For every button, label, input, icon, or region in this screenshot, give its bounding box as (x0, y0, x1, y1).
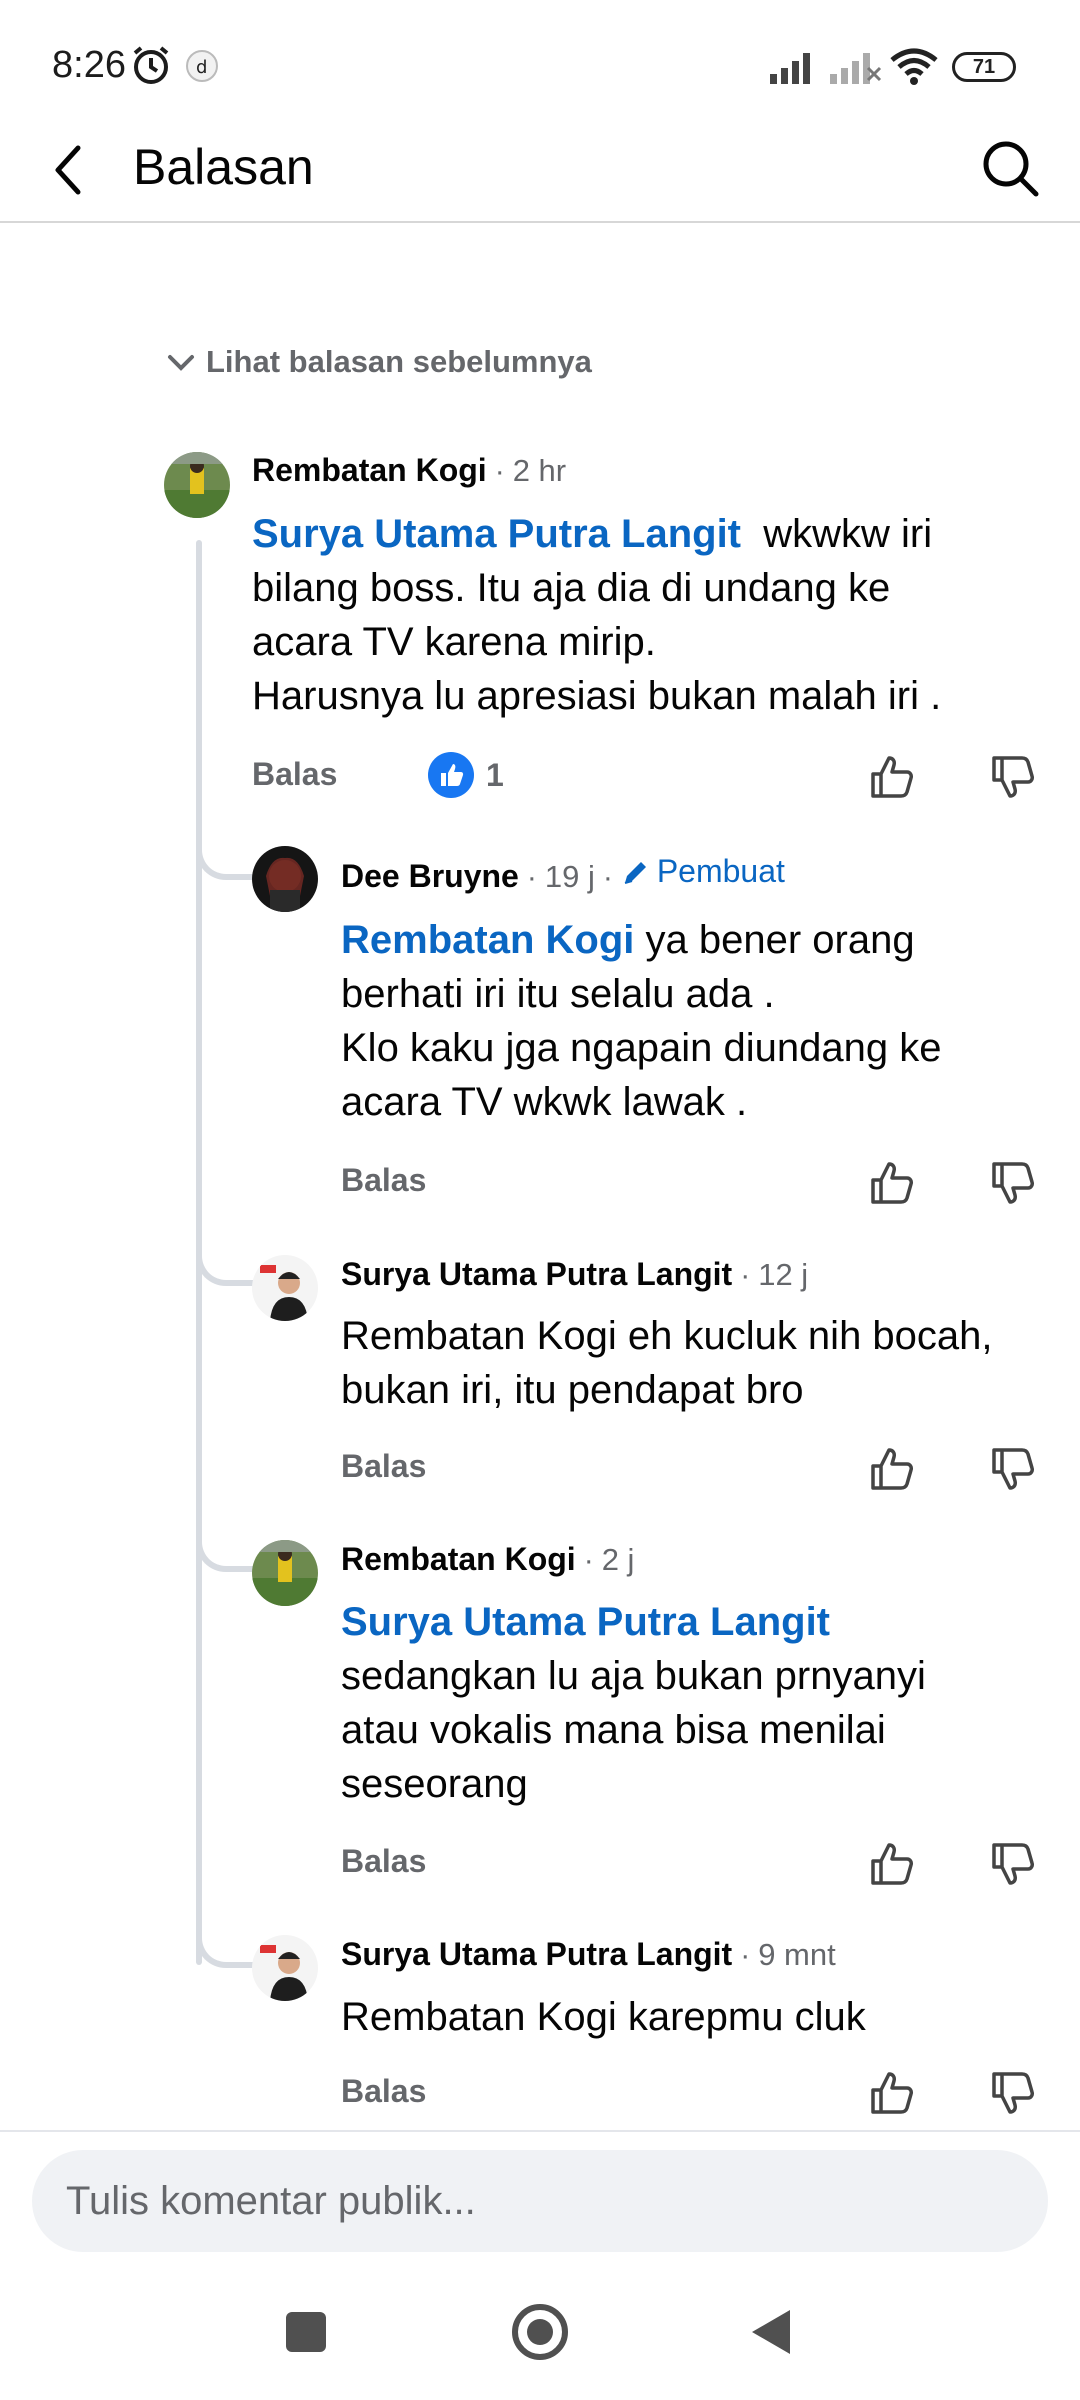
thumbs-up-icon[interactable] (867, 1444, 917, 1494)
like-reaction-icon (428, 752, 474, 798)
system-nav-bar (0, 2280, 1080, 2400)
thumbs-up-icon[interactable] (867, 1158, 917, 1208)
avatar[interactable] (252, 1540, 318, 1606)
app-notification-icon: d (186, 50, 218, 82)
comment-text: Rembatan Kogi eh kucluk nih bocah, bukan… (341, 1314, 993, 1412)
thumbs-up-icon[interactable] (867, 2068, 917, 2118)
back-button[interactable] (752, 2310, 790, 2354)
avatar[interactable] (164, 452, 230, 518)
wifi-icon (890, 48, 938, 85)
svg-text:d: d (196, 57, 207, 78)
reply-button[interactable]: Balas (341, 1162, 426, 1199)
recent-apps-button[interactable] (286, 2312, 326, 2352)
avatar[interactable] (252, 1255, 318, 1321)
comment-input[interactable]: Tulis komentar publik... (32, 2150, 1048, 2252)
back-arrow-icon[interactable] (44, 140, 94, 200)
comment-text: Surya Utama Putra Langit wkwkw iri bilan… (252, 512, 942, 718)
comment-text: Rembatan Kogi karepmu cluk (341, 1995, 866, 2039)
comment-meta: Surya Utama Putra Langit · 9 mnt (341, 1936, 836, 1973)
comment-author[interactable]: Rembatan Kogi (341, 1541, 576, 1578)
comment-meta: Rembatan Kogi · 2 j (341, 1541, 635, 1578)
comment-meta: Surya Utama Putra Langit · 12 j (341, 1256, 809, 1293)
status-time: 8:26 (52, 44, 126, 86)
comment-time: 19 j (544, 858, 595, 894)
thread-branch (196, 1246, 254, 1286)
pencil-icon (624, 861, 646, 884)
comment-time: 2 j (601, 1542, 635, 1577)
thumbs-down-icon[interactable] (988, 2068, 1038, 2118)
search-icon[interactable] (978, 136, 1042, 200)
page-title: Balasan (133, 139, 314, 195)
comment-text: Surya Utama Putra Langit sedangkan lu aj… (341, 1600, 926, 1806)
like-count: 1 (486, 756, 504, 793)
composer-bar: Tulis komentar publik... (0, 2130, 1080, 2280)
thumbs-up-icon[interactable] (867, 752, 917, 802)
avatar[interactable] (252, 1935, 318, 2001)
comment-time: 9 mnt (758, 1937, 836, 1972)
app-header: Balasan (0, 130, 1080, 223)
comment-author[interactable]: Dee Bruyne (341, 858, 519, 895)
reply-button[interactable]: Balas (341, 1448, 426, 1485)
battery-icon: 71 (952, 52, 1016, 82)
chevron-down-icon (168, 355, 194, 371)
mention-link[interactable]: Surya Utama Putra Langit (252, 512, 741, 556)
thread-branch (196, 1532, 254, 1572)
mention-link[interactable]: Surya Utama Putra Langit (341, 1600, 830, 1644)
comment-text: Rembatan Kogi ya bener orang berhati iri… (341, 918, 942, 1124)
thread-branch (196, 840, 254, 880)
thumbs-up-icon[interactable] (867, 1839, 917, 1889)
view-previous-replies-label: Lihat balasan sebelumnya (206, 344, 592, 379)
comment-time: 2 hr (512, 453, 567, 488)
view-previous-replies[interactable]: Lihat balasan sebelumnya (164, 340, 592, 384)
comment-meta: Dee Bruyne · 19 j · Pembuat (341, 853, 785, 895)
reply-button[interactable]: Balas (341, 1843, 426, 1880)
thumbs-down-icon[interactable] (988, 1158, 1038, 1208)
comment-time: 12 j (758, 1257, 809, 1292)
thumbs-down-icon[interactable] (988, 1444, 1038, 1494)
signal-icon (830, 53, 882, 84)
reply-button[interactable]: Balas (341, 2073, 426, 2110)
home-button[interactable] (512, 2304, 568, 2360)
avatar[interactable] (252, 846, 318, 912)
comment-author[interactable]: Surya Utama Putra Langit (341, 1936, 732, 1973)
alarm-icon (133, 46, 169, 84)
reply-button[interactable]: Balas (252, 756, 337, 793)
mention-link[interactable]: Rembatan Kogi (341, 918, 634, 962)
reaction-count[interactable]: 1 (428, 752, 504, 798)
thumbs-down-icon[interactable] (988, 752, 1038, 802)
signal-icon (770, 53, 810, 84)
status-bar: 8:26 d 71 (0, 0, 1080, 130)
comment-author[interactable]: Rembatan Kogi (252, 452, 487, 489)
comment-author[interactable]: Surya Utama Putra Langit (341, 1256, 732, 1293)
thread-branch (196, 1928, 254, 1968)
creator-badge: Pembuat (621, 853, 785, 890)
thumbs-down-icon[interactable] (988, 1839, 1038, 1889)
comment-meta: Rembatan Kogi · 2 hr (252, 452, 567, 489)
